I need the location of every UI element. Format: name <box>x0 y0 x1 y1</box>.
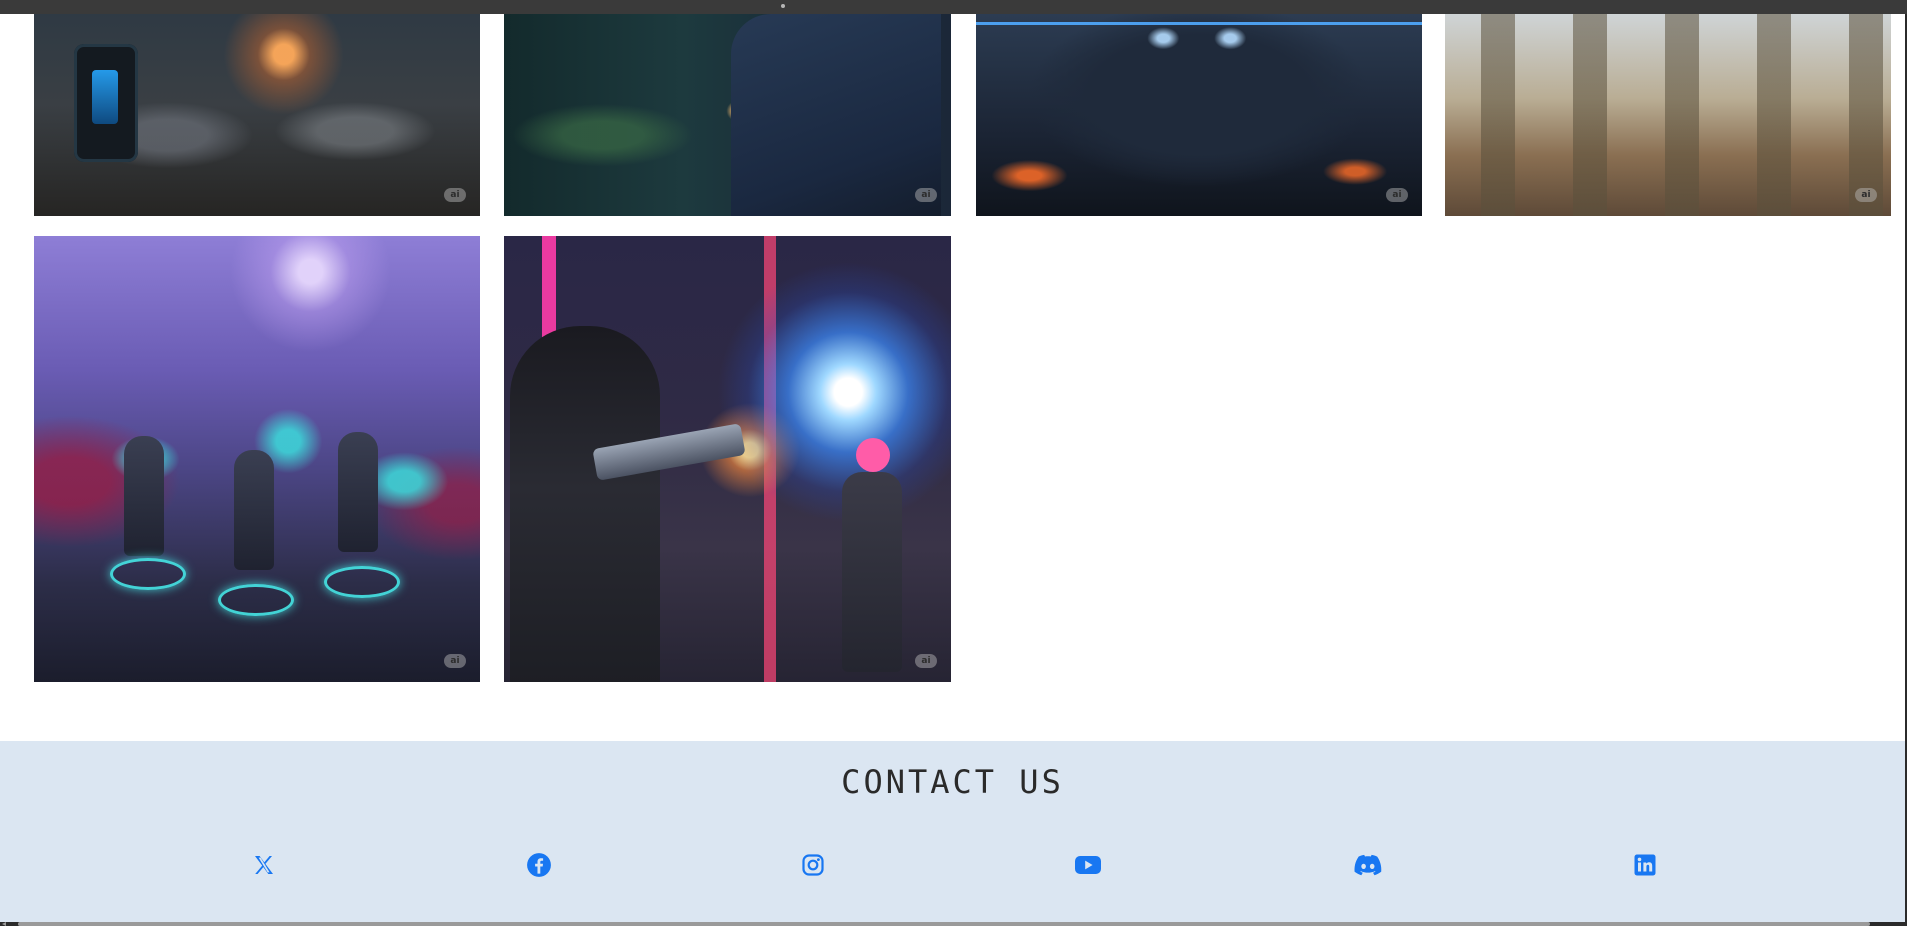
ai-badge: ai <box>915 654 937 668</box>
discord-link[interactable] <box>1354 851 1382 879</box>
browser-top-edge <box>0 0 1907 14</box>
image-detail-device <box>74 44 138 162</box>
contact-heading: CONTACT US <box>841 763 1064 801</box>
image-detail-pink-hair-figure <box>842 472 902 672</box>
image-detail-ring <box>218 584 294 616</box>
linkedin-link[interactable] <box>1631 851 1659 879</box>
horizontal-scrollbar[interactable] <box>0 922 1907 926</box>
x-icon <box>252 853 276 877</box>
facebook-link[interactable] <box>525 851 553 879</box>
gallery-image-soldiers[interactable]: ai <box>1445 14 1891 216</box>
gallery-image-hooded-figure[interactable]: ai <box>976 14 1422 216</box>
ai-badge: ai <box>444 654 466 668</box>
top-edge-dot <box>781 4 785 8</box>
image-detail-pink-hair <box>856 438 890 472</box>
instagram-icon <box>801 853 825 877</box>
image-detail-figure <box>234 450 274 570</box>
gallery-image-mechs[interactable]: ai <box>34 14 480 216</box>
ai-badge: ai <box>444 188 466 202</box>
scrollbar-thumb[interactable] <box>18 922 1870 926</box>
youtube-icon <box>1074 854 1102 876</box>
ai-badge: ai <box>1855 188 1877 202</box>
ai-badge: ai <box>915 188 937 202</box>
image-detail-ring <box>110 558 186 590</box>
image-detail-coat <box>731 14 941 216</box>
image-detail-figure <box>124 436 164 556</box>
scroll-left-icon[interactable] <box>2 922 6 926</box>
image-detail-ring <box>324 566 400 598</box>
instagram-link[interactable] <box>799 851 827 879</box>
contact-footer: CONTACT US <box>0 741 1905 922</box>
image-detail-figure <box>338 432 378 552</box>
gallery-image-alien-planet-squad[interactable]: ai <box>34 236 480 682</box>
discord-icon <box>1354 854 1382 876</box>
gallery-image-alien-agent[interactable]: ai <box>504 14 951 216</box>
linkedin-icon <box>1633 853 1657 877</box>
youtube-link[interactable] <box>1074 851 1102 879</box>
x-link[interactable] <box>250 851 278 879</box>
gallery-image-cyberpunk-firefight[interactable]: ai <box>504 236 951 682</box>
image-detail-shooter <box>510 326 660 682</box>
ai-badge: ai <box>1386 188 1408 202</box>
facebook-icon <box>526 852 552 878</box>
